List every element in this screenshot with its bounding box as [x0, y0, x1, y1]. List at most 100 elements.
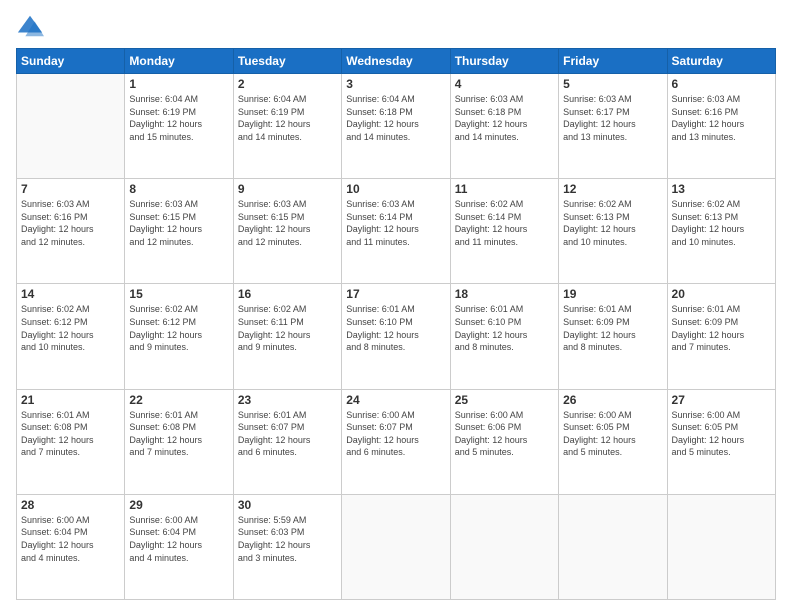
calendar-cell: 14 Sunrise: 6:02 AM Sunset: 6:12 PM Dayli… — [17, 284, 125, 389]
logo — [16, 12, 48, 40]
day-number: 13 — [672, 182, 771, 196]
calendar-cell: 13 Sunrise: 6:02 AM Sunset: 6:13 PM Dayli… — [667, 179, 775, 284]
day-number: 26 — [563, 393, 662, 407]
calendar-cell: 2Sunrise: 6:04 AM Sunset: 6:19 PM Daylig… — [233, 74, 341, 179]
day-info: Sunrise: 6:04 AM Sunset: 6:19 PM Dayligh… — [129, 93, 228, 143]
calendar-cell: 3 Sunrise: 6:04 AM Sunset: 6:18 PM Daylig… — [342, 74, 450, 179]
day-number: 12 — [563, 182, 662, 196]
calendar-cell: 23 Sunrise: 6:01 AM Sunset: 6:07 PM Dayli… — [233, 389, 341, 494]
calendar-cell: 1 Sunrise: 6:04 AM Sunset: 6:19 PM Daylig… — [125, 74, 233, 179]
calendar-cell: 22 Sunrise: 6:01 AM Sunset: 6:08 PM Dayli… — [125, 389, 233, 494]
day-info: Sunrise: 6:03 AM Sunset: 6:15 PM Dayligh… — [238, 198, 337, 248]
day-info: Sunrise: 6:03 AM Sunset: 6:16 PM Dayligh… — [672, 93, 771, 143]
day-number: 10 — [346, 182, 445, 196]
calendar-cell: 16 Sunrise: 6:02 AM Sunset: 6:11 PM Dayli… — [233, 284, 341, 389]
weekday-header: Wednesday — [342, 49, 450, 74]
day-info: Sunrise: 6:00 AM Sunset: 6:06 PM Dayligh… — [455, 409, 554, 459]
day-number: 24 — [346, 393, 445, 407]
weekday-header: Friday — [559, 49, 667, 74]
calendar-cell: 28 Sunrise: 6:00 AM Sunset: 6:04 PM Dayli… — [17, 494, 125, 599]
day-number: 17 — [346, 287, 445, 301]
calendar-week-row: 14 Sunrise: 6:02 AM Sunset: 6:12 PM Dayli… — [17, 284, 776, 389]
calendar-table: SundayMondayTuesdayWednesdayThursdayFrid… — [16, 48, 776, 600]
calendar-week-row: 7 Sunrise: 6:03 AM Sunset: 6:16 PM Daylig… — [17, 179, 776, 284]
day-number: 14 — [21, 287, 120, 301]
day-number: 21 — [21, 393, 120, 407]
day-info: Sunrise: 6:00 AM Sunset: 6:05 PM Dayligh… — [672, 409, 771, 459]
calendar-cell: 19 Sunrise: 6:01 AM Sunset: 6:09 PM Dayli… — [559, 284, 667, 389]
day-info: Sunrise: 6:02 AM Sunset: 6:13 PM Dayligh… — [563, 198, 662, 248]
day-number: 29 — [129, 498, 228, 512]
day-number: 8 — [129, 182, 228, 196]
calendar-cell: 11 Sunrise: 6:02 AM Sunset: 6:14 PM Dayli… — [450, 179, 558, 284]
day-info: Sunrise: 6:00 AM Sunset: 6:04 PM Dayligh… — [129, 514, 228, 564]
calendar-cell: 30Sunrise: 5:59 AM Sunset: 6:03 PM Dayli… — [233, 494, 341, 599]
calendar-cell: 9 Sunrise: 6:03 AM Sunset: 6:15 PM Daylig… — [233, 179, 341, 284]
day-number: 27 — [672, 393, 771, 407]
day-number: 28 — [21, 498, 120, 512]
weekday-header: Thursday — [450, 49, 558, 74]
calendar-cell: 5Sunrise: 6:03 AM Sunset: 6:17 PM Daylig… — [559, 74, 667, 179]
calendar-cell: 25Sunrise: 6:00 AM Sunset: 6:06 PM Dayli… — [450, 389, 558, 494]
day-number: 22 — [129, 393, 228, 407]
day-number: 16 — [238, 287, 337, 301]
day-info: Sunrise: 6:01 AM Sunset: 6:08 PM Dayligh… — [129, 409, 228, 459]
day-info: Sunrise: 6:02 AM Sunset: 6:12 PM Dayligh… — [21, 303, 120, 353]
day-info: Sunrise: 6:01 AM Sunset: 6:08 PM Dayligh… — [21, 409, 120, 459]
day-info: Sunrise: 6:00 AM Sunset: 6:07 PM Dayligh… — [346, 409, 445, 459]
calendar-cell: 15 Sunrise: 6:02 AM Sunset: 6:12 PM Dayli… — [125, 284, 233, 389]
day-info: Sunrise: 6:00 AM Sunset: 6:05 PM Dayligh… — [563, 409, 662, 459]
header — [16, 12, 776, 40]
day-info: Sunrise: 6:03 AM Sunset: 6:15 PM Dayligh… — [129, 198, 228, 248]
day-info: Sunrise: 6:01 AM Sunset: 6:07 PM Dayligh… — [238, 409, 337, 459]
calendar-cell — [450, 494, 558, 599]
calendar-week-row: 1 Sunrise: 6:04 AM Sunset: 6:19 PM Daylig… — [17, 74, 776, 179]
day-info: Sunrise: 6:04 AM Sunset: 6:18 PM Dayligh… — [346, 93, 445, 143]
calendar-cell: 21 Sunrise: 6:01 AM Sunset: 6:08 PM Dayli… — [17, 389, 125, 494]
weekday-header: Sunday — [17, 49, 125, 74]
day-number: 15 — [129, 287, 228, 301]
day-info: Sunrise: 6:01 AM Sunset: 6:10 PM Dayligh… — [346, 303, 445, 353]
day-info: Sunrise: 6:03 AM Sunset: 6:17 PM Dayligh… — [563, 93, 662, 143]
day-info: Sunrise: 6:02 AM Sunset: 6:11 PM Dayligh… — [238, 303, 337, 353]
day-info: Sunrise: 6:01 AM Sunset: 6:09 PM Dayligh… — [563, 303, 662, 353]
day-number: 23 — [238, 393, 337, 407]
weekday-header: Tuesday — [233, 49, 341, 74]
day-number: 1 — [129, 77, 228, 91]
day-info: Sunrise: 6:02 AM Sunset: 6:12 PM Dayligh… — [129, 303, 228, 353]
calendar-cell: 24 Sunrise: 6:00 AM Sunset: 6:07 PM Dayli… — [342, 389, 450, 494]
day-info: Sunrise: 6:04 AM Sunset: 6:19 PM Dayligh… — [238, 93, 337, 143]
day-number: 11 — [455, 182, 554, 196]
day-info: Sunrise: 6:00 AM Sunset: 6:04 PM Dayligh… — [21, 514, 120, 564]
calendar-cell: 20Sunrise: 6:01 AM Sunset: 6:09 PM Dayli… — [667, 284, 775, 389]
calendar-cell: 8 Sunrise: 6:03 AM Sunset: 6:15 PM Daylig… — [125, 179, 233, 284]
day-info: Sunrise: 5:59 AM Sunset: 6:03 PM Dayligh… — [238, 514, 337, 564]
calendar-cell — [342, 494, 450, 599]
day-number: 4 — [455, 77, 554, 91]
day-number: 6 — [672, 77, 771, 91]
calendar-cell: 7 Sunrise: 6:03 AM Sunset: 6:16 PM Daylig… — [17, 179, 125, 284]
weekday-header-row: SundayMondayTuesdayWednesdayThursdayFrid… — [17, 49, 776, 74]
calendar-cell: 29 Sunrise: 6:00 AM Sunset: 6:04 PM Dayli… — [125, 494, 233, 599]
calendar-cell: 12 Sunrise: 6:02 AM Sunset: 6:13 PM Dayli… — [559, 179, 667, 284]
day-number: 20 — [672, 287, 771, 301]
day-info: Sunrise: 6:02 AM Sunset: 6:13 PM Dayligh… — [672, 198, 771, 248]
calendar-cell — [559, 494, 667, 599]
weekday-header: Monday — [125, 49, 233, 74]
day-number: 7 — [21, 182, 120, 196]
page: SundayMondayTuesdayWednesdayThursdayFrid… — [0, 0, 792, 612]
day-info: Sunrise: 6:01 AM Sunset: 6:10 PM Dayligh… — [455, 303, 554, 353]
calendar-cell: 6 Sunrise: 6:03 AM Sunset: 6:16 PM Daylig… — [667, 74, 775, 179]
calendar-cell — [17, 74, 125, 179]
day-number: 9 — [238, 182, 337, 196]
day-info: Sunrise: 6:03 AM Sunset: 6:16 PM Dayligh… — [21, 198, 120, 248]
day-number: 3 — [346, 77, 445, 91]
logo-icon — [16, 12, 44, 40]
calendar-week-row: 28 Sunrise: 6:00 AM Sunset: 6:04 PM Dayli… — [17, 494, 776, 599]
calendar-cell: 26 Sunrise: 6:00 AM Sunset: 6:05 PM Dayli… — [559, 389, 667, 494]
day-number: 18 — [455, 287, 554, 301]
calendar-cell: 27 Sunrise: 6:00 AM Sunset: 6:05 PM Dayli… — [667, 389, 775, 494]
calendar-cell: 18 Sunrise: 6:01 AM Sunset: 6:10 PM Dayli… — [450, 284, 558, 389]
day-info: Sunrise: 6:02 AM Sunset: 6:14 PM Dayligh… — [455, 198, 554, 248]
day-number: 19 — [563, 287, 662, 301]
